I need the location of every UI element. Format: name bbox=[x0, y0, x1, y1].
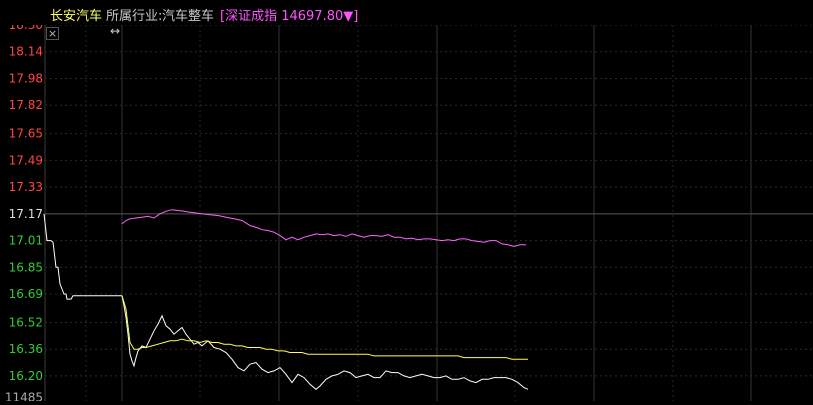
y-tick-label-3: 17.82 bbox=[9, 98, 43, 112]
y-tick-label-5: 17.49 bbox=[9, 153, 43, 167]
index-quote[interactable]: [深证成指 14697.80▼] bbox=[220, 5, 358, 24]
y-tick-label-4: 17.65 bbox=[9, 127, 43, 141]
y-tick-label-8: 17.01 bbox=[9, 234, 43, 248]
industry-label: 所属行业: bbox=[106, 9, 163, 24]
price-line-pre bbox=[43, 213, 122, 300]
y-tick-label-7: 17.17 bbox=[9, 207, 43, 221]
y-tick-label-6: 17.33 bbox=[9, 180, 43, 194]
resize-handle-icon[interactable]: ↔ bbox=[108, 24, 122, 38]
y-tick-label-1: 18.14 bbox=[9, 45, 43, 59]
intraday-chart[interactable]: 18.30 18.14 17.98 17.82 17.65 17.49 17.33 17.17… bbox=[0, 18, 813, 405]
y-tick-label-2: 17.98 bbox=[9, 71, 43, 85]
y-tick-label-0: 18.30 bbox=[9, 25, 43, 32]
y-tick-label-12: 16.36 bbox=[9, 342, 43, 356]
stock-name[interactable]: 长安汽车 bbox=[50, 5, 102, 24]
y-tick-label-10: 16.69 bbox=[9, 287, 43, 301]
intraday-chart-svg[interactable]: 18.30 18.14 17.98 17.82 17.65 17.49 17.33 17.17… bbox=[0, 18, 813, 405]
y-tick-label-11: 16.52 bbox=[9, 315, 43, 329]
industry-value[interactable]: 汽车整车 bbox=[162, 5, 214, 24]
close-icon[interactable]: × bbox=[46, 27, 59, 40]
price-line bbox=[121, 295, 529, 390]
y-tick-label-14: 11485 bbox=[5, 391, 43, 401]
chart-header: 长安汽车 所属行业: 汽车整车 [深证成指 14697.80▼] bbox=[0, 0, 813, 25]
y-tick-label-13: 16.20 bbox=[9, 369, 43, 383]
y-tick-label-9: 16.85 bbox=[9, 260, 43, 274]
